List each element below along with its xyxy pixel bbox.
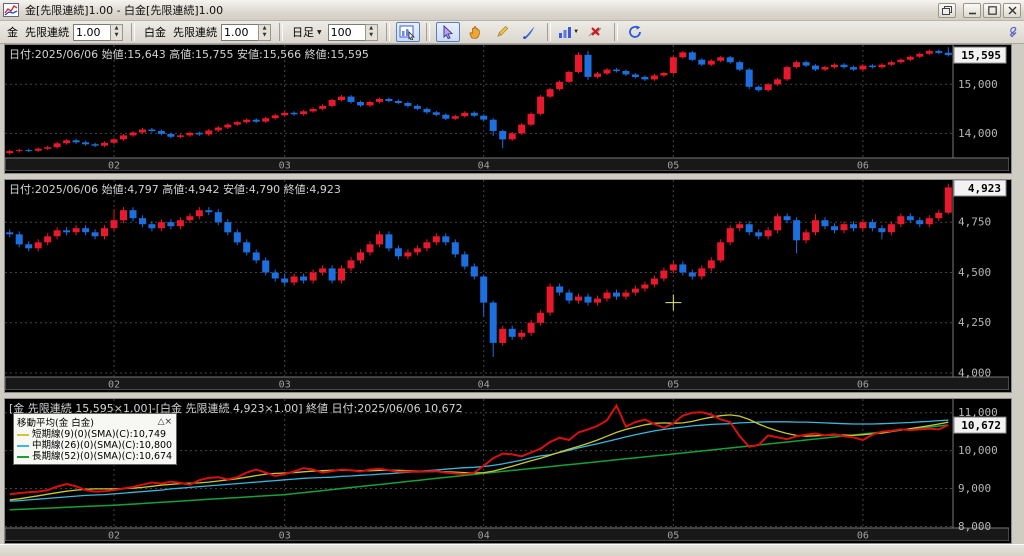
status-bar [0, 544, 1024, 556]
svg-text:4,923: 4,923 [968, 182, 1001, 195]
platinum-chart-panel[interactable]: 4,750 4,500 4,250 4,000 02 03 04 05 06 4,923 日付:2… [4, 179, 1012, 393]
svg-text:02: 02 [108, 161, 120, 172]
svg-text:06: 06 [857, 380, 869, 391]
platinum-symbol-label: 白金 [144, 26, 166, 39]
svg-text:4,750: 4,750 [958, 216, 991, 229]
toolbar-separator [613, 23, 618, 41]
pan-hand-button[interactable] [463, 22, 487, 42]
svg-text:9,000: 9,000 [958, 482, 991, 495]
toolbar-separator [546, 23, 551, 41]
svg-text:15,000: 15,000 [958, 78, 998, 91]
toolbar-separator [279, 23, 283, 41]
platinum-chart-plot[interactable]: 4,750 4,500 4,250 4,000 02 03 04 05 06 4,923 [5, 180, 1009, 390]
bar-count-input[interactable] [327, 23, 365, 41]
platinum-ohlc-header: 日付:2025/06/06 始値:4,797 高値:4,942 安値:4,790… [9, 183, 341, 196]
svg-text:10,672: 10,672 [961, 419, 1001, 432]
svg-text:04: 04 [478, 161, 490, 172]
platinum-multiplier-spinner[interactable]: ▲ ▼ [258, 23, 271, 41]
gold-symbol-label: 金 [7, 26, 18, 39]
title-bar[interactable]: 金[先限連続]1.00 - 白金[先限連続]1.00 [0, 0, 1024, 21]
chart-region-icon [399, 25, 416, 40]
svg-text:14,000: 14,000 [958, 127, 998, 140]
svg-text:8,000: 8,000 [958, 520, 991, 533]
chart-type-button[interactable]: ▼ [557, 22, 581, 42]
svg-text:10,000: 10,000 [958, 444, 998, 457]
settings-wrench-icon[interactable] [1005, 24, 1018, 43]
delete-x-icon [588, 27, 602, 37]
chevron-down-icon: ▼ [317, 28, 322, 36]
svg-text:03: 03 [279, 161, 291, 172]
window-title: 金[先限連続]1.00 - 白金[先限連続]1.00 [25, 4, 224, 17]
svg-text:4,250: 4,250 [958, 316, 991, 329]
platinum-multiplier-input[interactable] [221, 23, 258, 41]
svg-text:05: 05 [667, 531, 679, 542]
timeframe-label: 日足 [292, 26, 314, 39]
legend-collapse-close-buttons[interactable]: △× [158, 417, 172, 427]
cursor-icon [443, 25, 454, 39]
svg-text:05: 05 [667, 380, 679, 391]
svg-text:06: 06 [857, 161, 869, 172]
refresh-icon [629, 25, 642, 38]
sma-long-label: 長期線(52)(0)(SMA)(C):10,674 [32, 451, 173, 462]
app-icon [3, 3, 21, 17]
svg-text:15,595: 15,595 [961, 49, 1001, 62]
bar-count-spinner[interactable]: ▲ ▼ [364, 23, 378, 41]
gold-chart-panel[interactable]: 15,000 14,000 02 03 04 05 06 15,595 日付:2025/06/… [4, 44, 1012, 174]
sma-mid-label: 中期線(26)(0)(SMA)(C):10,800 [32, 440, 173, 451]
bar-chart-icon [559, 27, 572, 38]
gold-multiplier-spinner[interactable]: ▲ ▼ [110, 23, 123, 41]
sma-short-label: 短期線(9)(0)(SMA)(C):10,749 [32, 429, 167, 440]
refresh-button[interactable] [624, 22, 648, 42]
maximize-button[interactable] [983, 2, 1001, 18]
svg-text:06: 06 [857, 531, 869, 542]
legend-item-sma-long: 長期線(52)(0)(SMA)(C):10,674 [17, 451, 172, 462]
gold-multiplier-input[interactable] [73, 23, 110, 41]
sma-short-swatch [17, 433, 29, 436]
clear-drawings-button[interactable] [584, 22, 608, 42]
platinum-series-label: 先限連続 [173, 26, 217, 39]
toolbar: 金 先限連続 ▲▼ 白金 先限連続 ▲▼ 日足▼ ▲▼ ▼ [0, 21, 1024, 44]
ma-legend[interactable]: 移動平均(金 白金) △× 短期線(9)(0)(SMA)(C):10,749 中… [13, 413, 178, 465]
spread-chart-panel[interactable]: 11,000 10,000 9,000 8,000 02 03 04 05 06 10,672 [… [4, 398, 1012, 544]
timeframe-select[interactable]: 日足 ▼ [289, 24, 325, 41]
svg-text:02: 02 [108, 380, 120, 391]
brush-icon [522, 26, 535, 39]
svg-text:05: 05 [667, 161, 679, 172]
svg-text:04: 04 [478, 380, 490, 391]
sma-long-swatch [17, 455, 29, 458]
app-window: 金[先限連続]1.00 - 白金[先限連続]1.00 金 先限連続 ▲▼ 白金 … [0, 0, 1024, 556]
pencil-draw-button[interactable] [490, 22, 514, 42]
svg-text:4,000: 4,000 [958, 367, 991, 380]
float-window-button[interactable] [938, 2, 956, 18]
chart-region-button[interactable] [395, 22, 420, 42]
cursor-button[interactable] [435, 22, 460, 42]
gold-chart-plot[interactable]: 15,000 14,000 02 03 04 05 06 15,595 [5, 45, 1009, 171]
minimize-button[interactable] [963, 2, 981, 18]
legend-item-sma-short: 短期線(9)(0)(SMA)(C):10,749 [17, 429, 172, 440]
svg-text:02: 02 [108, 531, 120, 542]
chart-area: 15,000 14,000 02 03 04 05 06 15,595 日付:2025/06/… [0, 44, 1024, 544]
gold-ohlc-header: 日付:2025/06/06 始値:15,643 高値:15,755 安値:15,… [9, 48, 369, 61]
brush-draw-button[interactable] [517, 22, 541, 42]
close-button[interactable] [1003, 2, 1021, 18]
svg-text:4,500: 4,500 [958, 266, 991, 279]
legend-item-sma-mid: 中期線(26)(0)(SMA)(C):10,800 [17, 440, 172, 451]
toolbar-separator [385, 23, 390, 41]
sma-mid-swatch [17, 444, 29, 447]
gold-series-label: 先限連続 [25, 26, 69, 39]
toolbar-separator [131, 23, 135, 41]
svg-text:03: 03 [279, 531, 291, 542]
svg-text:04: 04 [478, 531, 490, 542]
ma-legend-title: 移動平均(金 白金) [17, 418, 94, 429]
toolbar-separator [425, 23, 430, 41]
chevron-down-icon: ▼ [573, 29, 580, 35]
hand-icon [469, 26, 480, 39]
svg-text:03: 03 [279, 380, 291, 391]
pencil-icon [496, 25, 508, 37]
